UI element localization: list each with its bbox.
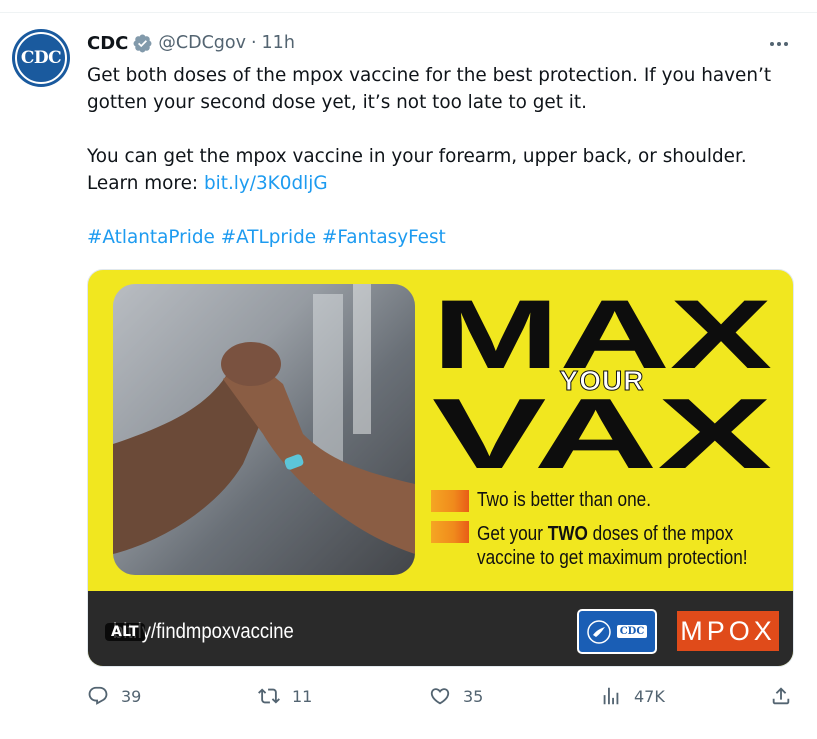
avatar[interactable]: CDC [12, 29, 70, 87]
hhs-eagle-icon [586, 619, 611, 644]
learn-more-link[interactable]: bit.ly/3K0dljG [204, 173, 328, 194]
views-count: 47K [634, 686, 665, 706]
author-handle[interactable]: @CDCgov [158, 33, 246, 53]
learn-more-line: Learn more: bit.ly/3K0dljG [87, 170, 802, 197]
views-icon [603, 687, 619, 705]
share-button[interactable] [770, 685, 792, 707]
reply-button[interactable]: 39 [87, 685, 141, 707]
retweet-button[interactable]: 11 [258, 685, 312, 707]
tagline-bar-1 [431, 490, 469, 512]
tweet-line-3: You can get the mpox vaccine in your for… [87, 146, 747, 167]
views-button[interactable]: 47K [600, 685, 665, 707]
arm-wrestling-photo [113, 284, 415, 575]
alt-badge[interactable]: ALT [105, 623, 145, 641]
like-button[interactable]: 35 [429, 685, 483, 707]
hashtag-fantasyfest[interactable]: #FantasyFest [322, 227, 446, 248]
more-icon[interactable] [763, 32, 795, 56]
verified-badge-icon[interactable] [132, 33, 153, 54]
tagline-3: vaccine to get maximum protection! [477, 547, 748, 569]
mpox-badge: MPOX [677, 611, 779, 651]
reply-icon [88, 686, 108, 705]
retweet-count: 11 [292, 686, 313, 706]
tweet-actions: 39 11 35 47K [0, 683, 817, 713]
hhs-cdc-text: CDC [616, 625, 648, 638]
learn-more-label: Learn more: [87, 173, 199, 194]
share-icon [772, 687, 790, 705]
tweet-header: CDC @CDCgov · 11h [87, 31, 295, 55]
tweet-timestamp[interactable]: 11h [262, 33, 295, 53]
hhs-cdc-logo: CDC [577, 609, 657, 654]
tagline-2: Get your TWO doses of the mpox [477, 523, 734, 545]
max-your-vax-headline: MAX VAX YOUR [432, 284, 772, 474]
tagline-1: Two is better than one. [477, 489, 652, 511]
tweet-media-image[interactable]: MAX VAX YOUR Two is better than one. Get… [87, 269, 794, 667]
hashtag-atlpride[interactable]: #ATLpride [221, 227, 316, 248]
tweet-line-1: Get both doses of the mpox vaccine for t… [87, 65, 772, 86]
header-separator: · [250, 33, 257, 53]
avatar-text: CDC [20, 48, 62, 68]
tagline-bar-2 [431, 521, 469, 543]
top-divider [0, 12, 817, 13]
retweet-icon [258, 688, 280, 704]
tweet-line-2: gotten your second dose yet, it’s not to… [87, 92, 587, 113]
reply-count: 39 [121, 686, 142, 706]
like-icon [430, 688, 450, 705]
like-count: 35 [463, 686, 484, 706]
tweet-text: Get both doses of the mpox vaccine for t… [87, 62, 802, 251]
headline-your: YOUR [560, 365, 645, 396]
author-name[interactable]: CDC [87, 33, 128, 54]
hashtag-atlantapride[interactable]: #AtlantaPride [87, 227, 215, 248]
hashtag-line: #AtlantaPride #ATLpride #FantasyFest [87, 224, 802, 251]
